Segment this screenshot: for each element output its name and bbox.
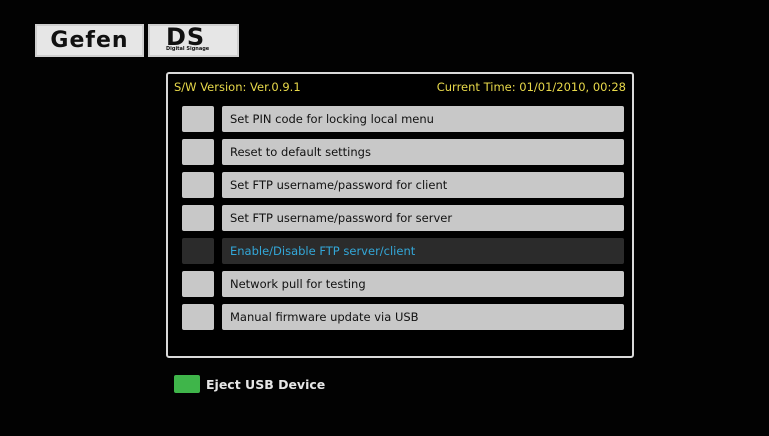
menu-item-network-pull[interactable]: Network pull for testing — [182, 271, 626, 297]
menu-item-indicator — [182, 205, 214, 231]
osd-screen: Gefen DS Digital Signage S/W Version: Ve… — [0, 0, 769, 436]
menu-item-indicator — [182, 304, 214, 330]
menu-item-reset-defaults[interactable]: Reset to default settings — [182, 139, 626, 165]
menu-item-ftp-server-credentials[interactable]: Set FTP username/password for server — [182, 205, 626, 231]
menu-item-label[interactable]: Reset to default settings — [222, 139, 624, 165]
menu-header: S/W Version: Ver.0.9.1 Current Time: 01/… — [174, 80, 626, 96]
menu-item-label[interactable]: Manual firmware update via USB — [222, 304, 624, 330]
menu-item-set-pin[interactable]: Set PIN code for locking local menu — [182, 106, 626, 132]
menu-item-label[interactable]: Network pull for testing — [222, 271, 624, 297]
menu-item-label[interactable]: Enable/Disable FTP server/client — [222, 238, 624, 264]
gefen-ds-logo: Gefen DS Digital Signage — [35, 23, 239, 57]
menu-item-ftp-client-credentials[interactable]: Set FTP username/password for client — [182, 172, 626, 198]
menu-item-firmware-update[interactable]: Manual firmware update via USB — [182, 304, 626, 330]
eject-usb-label: Eject USB Device — [206, 376, 326, 392]
menu-item-indicator — [182, 238, 214, 264]
logo-brand: Gefen — [35, 24, 144, 57]
settings-menu-panel: S/W Version: Ver.0.9.1 Current Time: 01/… — [166, 72, 634, 358]
green-key-icon[interactable] — [174, 375, 200, 393]
logo-product: DS Digital Signage — [148, 23, 239, 57]
menu-item-label[interactable]: Set FTP username/password for server — [222, 205, 624, 231]
menu-item-label[interactable]: Set FTP username/password for client — [222, 172, 624, 198]
logo-product-tagline: Digital Signage — [166, 46, 210, 52]
menu-item-enable-ftp[interactable]: Enable/Disable FTP server/client — [182, 238, 626, 264]
menu-item-label[interactable]: Set PIN code for locking local menu — [222, 106, 624, 132]
current-time: Current Time: 01/01/2010, 00:28 — [436, 80, 626, 94]
menu-item-indicator — [182, 172, 214, 198]
software-version: S/W Version: Ver.0.9.1 — [174, 80, 301, 94]
menu-item-indicator — [182, 106, 214, 132]
menu-item-indicator — [182, 139, 214, 165]
menu-item-indicator — [182, 271, 214, 297]
eject-usb-hint[interactable]: Eject USB Device — [174, 374, 325, 394]
